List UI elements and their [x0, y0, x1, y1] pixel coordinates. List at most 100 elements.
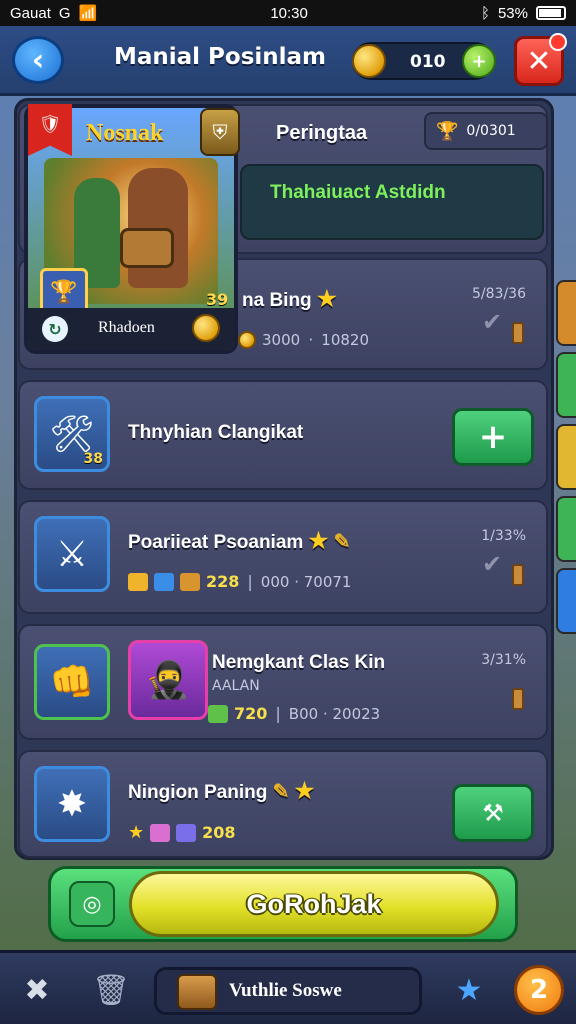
bluetooth-icon: ᛒ [480, 4, 490, 22]
row-2-level: 38 [83, 451, 103, 467]
trophy-icon: 🏆 [436, 120, 459, 142]
side-tab-green-2[interactable] [556, 496, 576, 562]
row-4-range: B00 · 20023 [288, 704, 381, 723]
row-4-separator: | [275, 704, 281, 723]
target-icon: ◎ [82, 891, 102, 917]
ninja-icon: 🥷 [145, 660, 191, 701]
row-5-icon: ✸ [34, 766, 110, 842]
notification-dot [549, 33, 567, 51]
list-item[interactable]: ⚔ Poariieat Psoaniam ★ ✎ 228 | 000 · 700… [18, 500, 548, 614]
mini-bar-icon [512, 564, 524, 586]
coin-counter: 010 + [352, 42, 496, 80]
row-3-title: Poariieat Psoaniam ★ ✎ [128, 528, 350, 554]
star-icon: ★ [128, 822, 145, 843]
row-1-range: 10820 [321, 330, 369, 349]
warrior-icon: ⚔ [55, 533, 89, 575]
action-bar: ◎ GoRohJak [48, 866, 518, 942]
battery-icon [535, 6, 566, 20]
row-1-title-text: na Bing [242, 290, 312, 311]
shop-button[interactable]: Vuthlie Soswe [154, 967, 422, 1015]
list-item[interactable]: 🛠 38 Thnyhian Clangikat + [18, 380, 548, 490]
hero-card[interactable]: 🛡 Nosnak ⛨ 🏆 39 ↻ Rhadoen [24, 104, 240, 354]
page-title: Manial Posinlam [113, 44, 327, 70]
status-bar: Gauat G 📶 10:30 ᛒ 53% [0, 0, 576, 26]
list-item[interactable]: 👊 🥷 Nemgkant Clas Kin AALAN 720 | B00 · … [18, 624, 548, 740]
hero-level: 39 [206, 290, 229, 309]
row-3-coins: 228 [206, 572, 240, 591]
row-1-info: 3000 · 10820 [238, 330, 369, 349]
row-4-icon: 👊 [34, 644, 110, 720]
pink-box-icon [150, 823, 171, 842]
close-icon: ✕ [526, 43, 552, 79]
side-tab-green[interactable] [556, 352, 576, 418]
star-icon: ★ [308, 528, 329, 553]
coin-icon [352, 44, 386, 78]
row-4-portrait: 🥷 [128, 640, 208, 720]
side-tab-orange[interactable] [556, 280, 576, 346]
square-button[interactable]: ◎ [69, 881, 115, 927]
gold-emblem-icon: ✸ [56, 783, 88, 825]
clock-time: 10:30 [270, 4, 308, 22]
side-tab-blue[interactable] [556, 568, 576, 634]
hero-footer: ↻ Rhadoen [28, 308, 234, 350]
row-4-coins: 720 [234, 704, 268, 723]
crossed-tools-icon[interactable]: ✖ [12, 965, 62, 1015]
banner-icon: 🛡 [28, 104, 72, 156]
top-section-subtitle-box: Thahaiuact Astdidn [240, 164, 544, 240]
refresh-icon[interactable]: ↻ [42, 316, 68, 342]
notification-badge[interactable]: 2 [514, 965, 564, 1015]
side-tabs [556, 280, 576, 640]
row-2-icon: 🛠 38 [34, 396, 110, 472]
top-bar: ‹ Manial Posinlam 010 + ✕ [0, 26, 576, 96]
row-3-separator: | [247, 572, 253, 591]
check-icon: ✔ [482, 550, 503, 578]
fighter-icon: 👊 [49, 662, 95, 703]
coin-count: 010 [410, 52, 446, 72]
row-2-title: Thnyhian Clangikat [128, 422, 304, 443]
row-5-title: Ningion Paning ✎ ★ [128, 778, 314, 804]
row-4-percent: 3/31% [481, 652, 526, 668]
row-3-info: 228 | 000 · 70071 [128, 572, 351, 591]
back-button[interactable]: ‹ [12, 36, 64, 84]
row-1-separator: · [308, 330, 314, 349]
battery-percent: 53% [497, 4, 528, 22]
green-gem-icon [208, 704, 228, 723]
row-4-info: 720 | B00 · 20023 [208, 704, 380, 723]
purple-box-icon [176, 823, 197, 842]
row-1-title: na Bing ★ [242, 286, 337, 312]
side-tab-yellow[interactable] [556, 424, 576, 490]
close-button[interactable]: ✕ [514, 33, 567, 86]
blue-star-icon[interactable]: ★ [444, 965, 494, 1015]
hammer-button[interactable]: ⚒ [452, 784, 534, 842]
feather-icon: ✎ [333, 531, 351, 553]
row-3-percent: 1/33% [481, 528, 526, 544]
row-5-coins: 208 [202, 823, 236, 842]
hero-footer-name: Rhadoen [98, 319, 155, 336]
row-3-icon: ⚔ [34, 516, 110, 592]
barrel-weapon [120, 228, 174, 268]
add-coins-button[interactable]: + [462, 44, 496, 78]
star-icon: ★ [316, 286, 337, 311]
chevron-left-icon: ‹ [31, 42, 45, 78]
go-button[interactable]: GoRohJak [129, 871, 499, 937]
row-1-percent: 5/83/36 [472, 286, 526, 302]
list-item[interactable]: ✸ Ningion Paning ✎ ★ ★ 208 ⚒ [18, 750, 548, 858]
chest-icon [180, 572, 200, 591]
mini-bar-icon [512, 688, 524, 710]
network-label: G [58, 4, 71, 22]
top-section-title: Peringtaa [276, 122, 368, 144]
wifi-icon: 📶 [78, 5, 98, 22]
row-1-coins: 3000 [262, 330, 301, 349]
row-4-subtitle: AALAN [212, 678, 260, 694]
cannon-icon: 🛠 [49, 414, 95, 455]
feather-icon: ✎ [272, 781, 290, 803]
trash-icon[interactable]: 🗑 [86, 965, 136, 1015]
shield-icon: ⛨ [200, 108, 240, 156]
top-section-badge: 🏆 0/0301 [424, 112, 548, 150]
row-3-range: 000 · 70071 [260, 572, 352, 591]
add-button[interactable]: + [452, 408, 534, 466]
top-section-subtitle: Thahaiuact Astdidn [270, 182, 446, 203]
mini-bar-icon [512, 322, 524, 344]
row-3-title-text: Poariieat Psoaniam [128, 532, 304, 553]
star-icon: ★ [294, 778, 315, 803]
